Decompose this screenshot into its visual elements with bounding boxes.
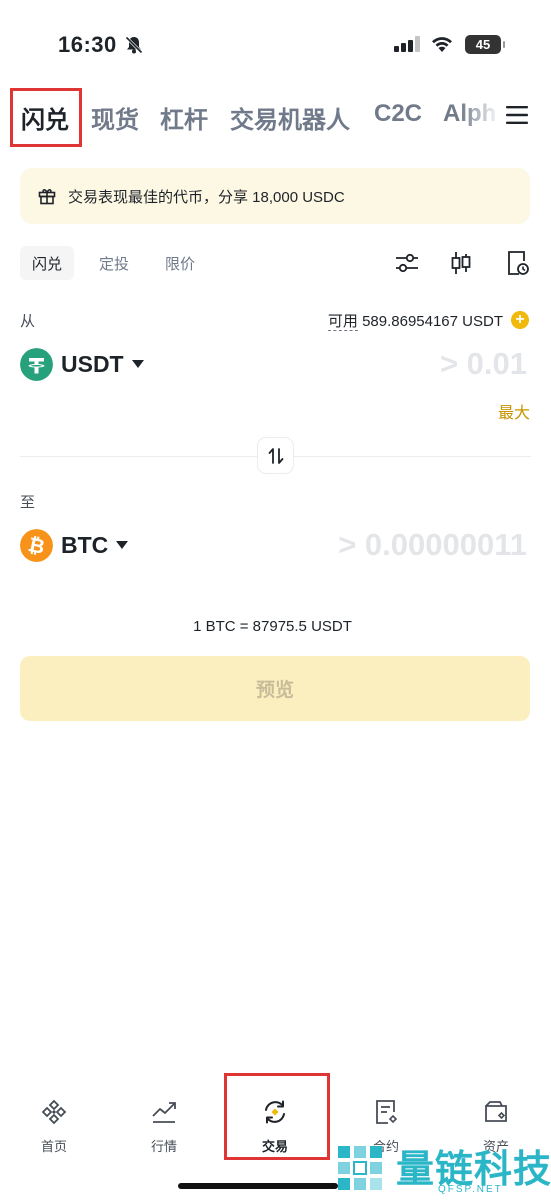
from-amount-input[interactable]: > 0.01 (440, 346, 527, 382)
annotation-highlight-box (10, 88, 82, 147)
available-balance: 可用 589.86954167 USDT (327, 310, 503, 331)
bottom-nav-markets[interactable]: 行情 (124, 1098, 204, 1155)
preview-button[interactable]: 预览 (20, 656, 530, 721)
tether-icon (20, 347, 53, 381)
subtab-flash-swap[interactable]: 闪兑 (20, 246, 74, 280)
from-coin-selector[interactable]: USDT (20, 346, 144, 382)
tab-c2c[interactable]: C2C (374, 100, 422, 128)
swap-arrows-icon (268, 447, 283, 464)
to-amount-input[interactable]: > 0.00000011 (338, 527, 527, 563)
to-coin-selector[interactable]: ₿ BTC (20, 527, 129, 563)
sub-tabs: 闪兑 定投 限价 (20, 246, 531, 282)
bottom-nav-label: 首页 (40, 1139, 67, 1154)
subtab-recurring[interactable]: 定投 (97, 246, 131, 280)
home-indicator (178, 1183, 338, 1189)
exchange-rate: 1 BTC = 87975.5 USDT (193, 618, 352, 635)
sliders-icon[interactable] (394, 250, 420, 276)
add-funds-button[interactable]: + (511, 311, 529, 329)
cellular-signal-icon (394, 36, 420, 52)
binance-home-icon (41, 1099, 67, 1125)
swap-direction-button[interactable] (257, 437, 294, 474)
bitcoin-icon: ₿ (20, 528, 53, 562)
watermark: 量链科技 QFSP.NET (334, 1138, 551, 1200)
max-button[interactable]: 最大 (498, 399, 530, 423)
wifi-icon (432, 37, 452, 52)
from-label: 从 (20, 313, 36, 330)
from-coin-name: USDT (61, 350, 124, 377)
subtab-limit[interactable]: 限价 (163, 246, 197, 280)
futures-doc-icon (376, 1100, 398, 1124)
wallet-icon (485, 1101, 507, 1122)
bottom-nav-label: 行情 (150, 1139, 177, 1154)
caret-down-icon (131, 360, 144, 368)
battery-indicator: 45 (465, 35, 505, 54)
tab-margin[interactable]: 杠杆 (160, 100, 208, 135)
to-coin-name: BTC (61, 531, 109, 558)
market-chart-icon (152, 1102, 176, 1123)
available-value: 589.86954167 USDT (362, 313, 503, 330)
available-label: 可用 (327, 313, 358, 331)
promo-text: 交易表现最佳的代币，分享 18,000 USDC (68, 188, 345, 206)
order-history-icon[interactable] (504, 250, 530, 276)
bottom-nav-home[interactable]: 首页 (14, 1098, 94, 1155)
bell-muted-icon (124, 35, 144, 55)
watermark-subtext: QFSP.NET (438, 1184, 503, 1195)
annotation-highlight-box (224, 1073, 330, 1160)
tab-spot[interactable]: 现货 (91, 100, 139, 135)
caret-down-icon (116, 541, 129, 549)
nav-fade-overlay (460, 88, 500, 144)
watermark-logo-icon (338, 1146, 382, 1190)
top-nav-tabs: 闪兑 现货 杠杆 交易机器人 C2C Alph (0, 88, 551, 147)
to-label: 至 (20, 494, 36, 511)
status-time: 16:30 (58, 32, 117, 57)
candlestick-icon[interactable] (448, 250, 474, 276)
hamburger-menu-icon[interactable] (506, 106, 528, 124)
status-bar: 16:30 45 (0, 0, 551, 80)
gift-icon (38, 189, 56, 205)
tab-trading-bots[interactable]: 交易机器人 (230, 100, 350, 135)
promo-banner[interactable]: 交易表现最佳的代币，分享 18,000 USDC (20, 168, 530, 224)
